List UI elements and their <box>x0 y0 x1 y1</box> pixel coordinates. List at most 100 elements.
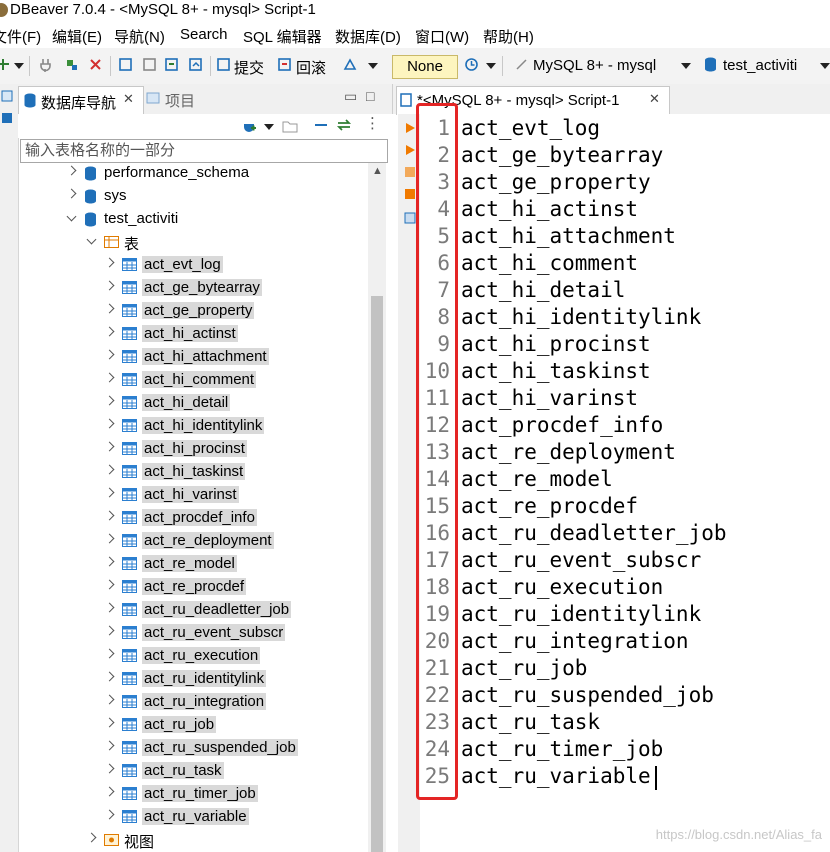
transaction-mode-none[interactable]: None <box>392 55 458 79</box>
tree-table-item[interactable]: act_ge_property <box>18 301 368 323</box>
tree-table-item[interactable]: act_ru_identitylink <box>18 669 368 691</box>
code-line[interactable]: act_hi_attachment <box>461 224 676 248</box>
table-filter-input[interactable] <box>21 140 385 160</box>
code-line[interactable]: act_hi_actinst <box>461 197 638 221</box>
tree-table-item[interactable]: act_ru_deadletter_job <box>18 600 368 622</box>
chevron-down-icon[interactable] <box>66 211 77 222</box>
chevron-right-icon[interactable] <box>66 165 77 176</box>
tree-table-item[interactable]: act_procdef_info <box>18 508 368 530</box>
new-connection-plug-icon[interactable] <box>242 119 256 133</box>
tree-table-item[interactable]: act_hi_varinst <box>18 485 368 507</box>
transaction-mode-dropdown-icon[interactable] <box>368 63 378 69</box>
tree-table-item[interactable]: act_ru_timer_job <box>18 784 368 806</box>
chevron-right-icon[interactable] <box>104 303 115 314</box>
tree-table-item[interactable]: act_ru_event_subscr <box>18 623 368 645</box>
tree-table-item[interactable]: act_ge_bytearray <box>18 278 368 300</box>
code-line[interactable]: act_hi_comment <box>461 251 638 275</box>
chevron-right-icon[interactable] <box>104 579 115 590</box>
tree-table-item[interactable]: act_ru_variable <box>18 807 368 829</box>
code-line[interactable]: act_ru_execution <box>461 575 663 599</box>
chevron-down-icon[interactable] <box>86 234 97 245</box>
tree-table-item[interactable]: act_evt_log <box>18 255 368 277</box>
minimized-view-icon[interactable] <box>1 90 13 102</box>
chevron-right-icon[interactable] <box>104 418 115 429</box>
tree-table-item[interactable]: act_hi_procinst <box>18 439 368 461</box>
tree-table-item[interactable]: act_re_deployment <box>18 531 368 553</box>
tree-table-item[interactable]: act_ru_execution <box>18 646 368 668</box>
chevron-right-icon[interactable] <box>104 740 115 751</box>
tree-scrollbar-thumb[interactable] <box>371 296 383 852</box>
scroll-up-icon[interactable]: ▲ <box>372 165 383 177</box>
code-line[interactable]: act_hi_taskinst <box>461 359 651 383</box>
code-line[interactable]: act_procdef_info <box>461 413 663 437</box>
menu-file[interactable]: 文件(F) <box>0 26 41 47</box>
code-line[interactable]: act_ru_event_subscr <box>461 548 701 572</box>
chevron-right-icon[interactable] <box>104 556 115 567</box>
transaction-log-icon[interactable] <box>464 57 479 72</box>
chevron-right-icon[interactable] <box>104 671 115 682</box>
restore-view-icon[interactable] <box>1 112 13 124</box>
close-icon[interactable]: ✕ <box>123 91 134 107</box>
explain-plan-icon[interactable] <box>404 188 416 200</box>
chevron-right-icon[interactable] <box>104 602 115 613</box>
chevron-right-icon[interactable] <box>104 510 115 521</box>
transaction-log-dropdown-icon[interactable] <box>486 63 496 69</box>
menu-window[interactable]: 窗口(W) <box>415 26 469 47</box>
code-line[interactable]: act_ru_deadletter_job <box>461 521 727 545</box>
tab-projects[interactable]: 项目 <box>165 90 195 111</box>
collapse-all-icon[interactable] <box>314 122 328 128</box>
minimize-icon[interactable]: ▭ <box>344 88 357 105</box>
chevron-right-icon[interactable] <box>104 717 115 728</box>
maximize-icon[interactable]: □ <box>366 88 374 104</box>
menu-navigate[interactable]: 导航(N) <box>114 26 165 47</box>
tree-table-item[interactable]: act_hi_actinst <box>18 324 368 346</box>
chevron-right-icon[interactable] <box>104 786 115 797</box>
commit-icon[interactable] <box>216 57 231 72</box>
tree-folder-views[interactable]: 视图 <box>18 830 368 852</box>
tree-schema-performance-schema[interactable]: performance_schema <box>18 163 368 185</box>
connection-dropdown-icon[interactable] <box>681 63 691 69</box>
execute-statement-new-tab-icon[interactable] <box>404 144 416 156</box>
chevron-right-icon[interactable] <box>104 395 115 406</box>
tree-folder-tables[interactable]: 表 <box>18 232 368 254</box>
chevron-right-icon[interactable] <box>104 625 115 636</box>
connect-icon[interactable] <box>38 57 53 72</box>
tree-table-item[interactable]: act_ru_integration <box>18 692 368 714</box>
code-line[interactable]: act_re_deployment <box>461 440 676 464</box>
chevron-right-icon[interactable] <box>104 280 115 291</box>
code-line[interactable]: act_ru_job <box>461 656 587 680</box>
menu-help[interactable]: 帮助(H) <box>483 26 534 47</box>
code-line[interactable]: act_re_model <box>461 467 613 491</box>
tree-table-item[interactable]: act_hi_attachment <box>18 347 368 369</box>
open-script-icon[interactable] <box>142 57 157 72</box>
code-line[interactable]: act_hi_detail <box>461 278 625 302</box>
active-connection-selector[interactable]: MySQL 8+ - mysql <box>533 57 656 74</box>
tab-database-navigator[interactable]: 数据库导航 ✕ <box>18 86 144 115</box>
schema-dropdown-icon[interactable] <box>820 63 830 69</box>
execute-script-icon[interactable] <box>404 166 416 178</box>
tree-table-item[interactable]: act_ru_suspended_job <box>18 738 368 760</box>
sql-editor-text-area[interactable]: act_evt_log act_ge_bytearray act_ge_proper… <box>458 114 830 852</box>
chevron-right-icon[interactable] <box>104 326 115 337</box>
code-line[interactable]: act_ru_suspended_job <box>461 683 714 707</box>
table-filter-box[interactable] <box>20 139 388 163</box>
code-line[interactable]: act_re_procdef <box>461 494 638 518</box>
chevron-right-icon[interactable] <box>104 763 115 774</box>
code-line[interactable]: act_hi_identitylink <box>461 305 701 329</box>
tree-table-item[interactable]: act_hi_identitylink <box>18 416 368 438</box>
code-line[interactable]: act_evt_log <box>461 116 600 140</box>
code-line[interactable]: act_hi_procinst <box>461 332 651 356</box>
sql-editor-icon[interactable] <box>118 57 133 72</box>
code-line[interactable]: act_hi_varinst <box>461 386 638 410</box>
chevron-right-icon[interactable] <box>104 648 115 659</box>
recent-script-icon[interactable] <box>188 57 203 72</box>
code-line[interactable]: act_ge_bytearray <box>461 143 663 167</box>
code-line[interactable]: act_ru_integration <box>461 629 689 653</box>
tree-table-item[interactable]: act_hi_comment <box>18 370 368 392</box>
tree-table-item[interactable]: act_re_procdef <box>18 577 368 599</box>
disconnect-icon[interactable] <box>88 57 103 72</box>
view-menu-icon[interactable]: ⋮ <box>365 114 380 132</box>
chevron-right-icon[interactable] <box>104 694 115 705</box>
chevron-right-icon[interactable] <box>86 832 97 843</box>
tree-schema-sys[interactable]: sys <box>18 186 368 208</box>
